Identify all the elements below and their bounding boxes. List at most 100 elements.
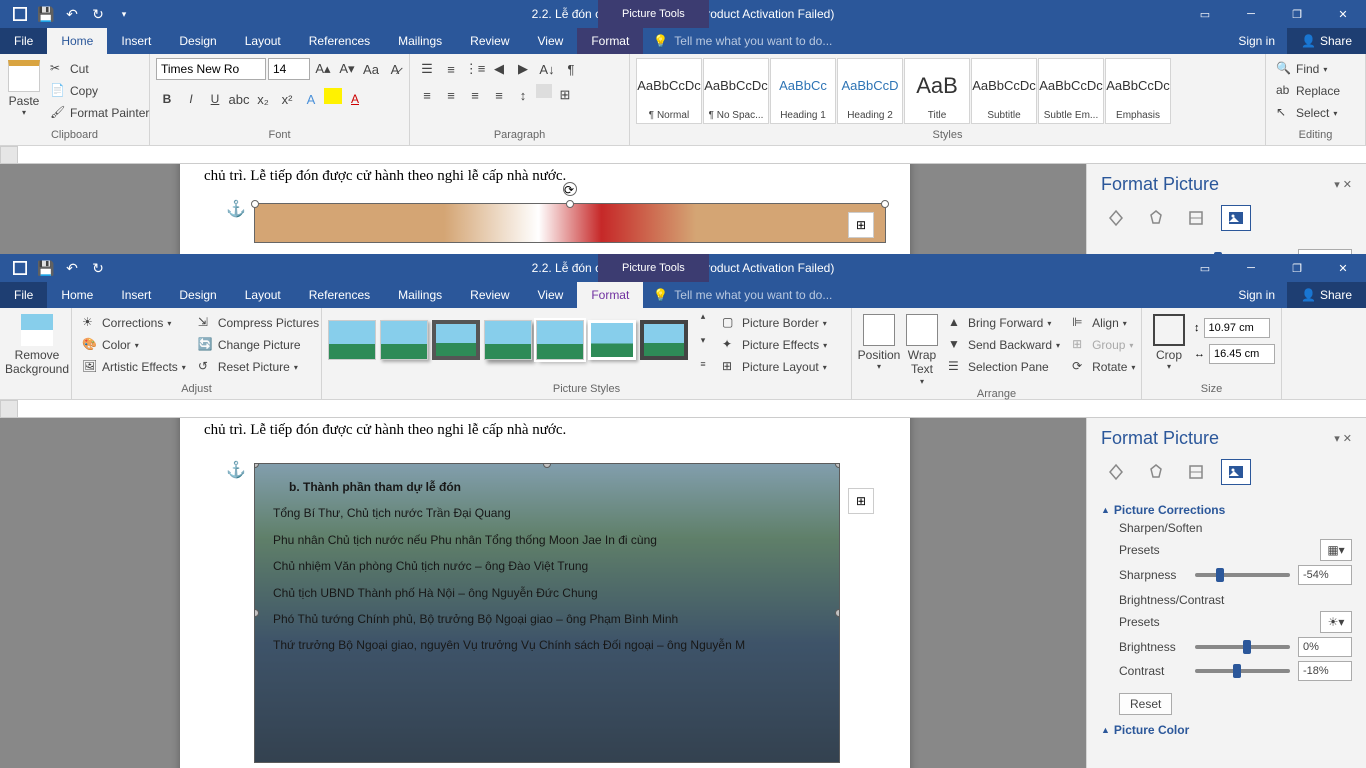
undo-icon[interactable]: ↶: [60, 2, 84, 26]
bold-button[interactable]: B: [156, 88, 178, 110]
ruler-horizontal[interactable]: [0, 400, 1366, 418]
tab-layout[interactable]: Layout: [231, 282, 295, 308]
pane-tab-picture-icon[interactable]: [1221, 205, 1251, 231]
pic-style-item[interactable]: [380, 320, 428, 360]
pic-style-item[interactable]: [432, 320, 480, 360]
tab-review[interactable]: Review: [456, 282, 523, 308]
subscript-button[interactable]: x₂: [252, 88, 274, 110]
pane-tab-fill-icon[interactable]: [1101, 205, 1131, 231]
sharpness-value[interactable]: -54%: [1298, 565, 1352, 585]
resize-handle[interactable]: [254, 463, 259, 468]
pic-style-item[interactable]: [536, 320, 584, 360]
find-button[interactable]: 🔍Find ▾: [1272, 58, 1344, 80]
share-button[interactable]: 👤Share: [1287, 282, 1366, 308]
sharpen-presets-button[interactable]: ▦▾: [1320, 539, 1352, 561]
send-backward-button[interactable]: ▼Send Backward ▾: [944, 334, 1064, 356]
style-item[interactable]: AaBbCcDcSubtle Em...: [1038, 58, 1104, 124]
rotate-handle-icon[interactable]: ⟳: [563, 182, 577, 196]
underline-button[interactable]: U: [204, 88, 226, 110]
pic-style-item[interactable]: [640, 320, 688, 360]
tab-file[interactable]: File: [0, 28, 47, 54]
pane-tab-effects-icon[interactable]: [1141, 205, 1171, 231]
align-center-icon[interactable]: ≡: [440, 84, 462, 106]
grow-font-icon[interactable]: A▴: [312, 58, 334, 80]
align-button[interactable]: ⊫Align ▾: [1068, 312, 1139, 334]
tab-mailings[interactable]: Mailings: [384, 28, 456, 54]
sharpness-slider[interactable]: [1195, 573, 1290, 577]
selected-image[interactable]: b. Thành phần tham dự lễ đón Tổng Bí Thư…: [254, 463, 840, 763]
font-size-combo[interactable]: 14: [268, 58, 310, 80]
resize-handle[interactable]: [835, 463, 840, 468]
superscript-button[interactable]: x²: [276, 88, 298, 110]
inc-indent-icon[interactable]: ▶: [512, 58, 534, 80]
signin-link[interactable]: Sign in: [1226, 28, 1287, 54]
pic-style-item[interactable]: [588, 320, 636, 360]
share-button[interactable]: 👤Share: [1287, 28, 1366, 54]
tab-references[interactable]: References: [295, 28, 384, 54]
minimize-icon[interactable]: ─: [1228, 254, 1274, 282]
resize-handle[interactable]: [254, 609, 259, 617]
picture-layout-button[interactable]: ⊞Picture Layout ▾: [718, 356, 831, 378]
dec-indent-icon[interactable]: ◀: [488, 58, 510, 80]
tab-design[interactable]: Design: [165, 282, 230, 308]
bullets-icon[interactable]: ☰: [416, 58, 438, 80]
resize-handle[interactable]: [835, 609, 840, 617]
tab-view[interactable]: View: [524, 282, 578, 308]
text-effects-icon[interactable]: A: [300, 88, 322, 110]
layout-options-icon[interactable]: ⊞: [848, 488, 874, 514]
brightness-value[interactable]: 0%: [1298, 637, 1352, 657]
select-button[interactable]: ↖Select ▾: [1272, 102, 1344, 124]
copy-button[interactable]: 📄Copy: [46, 80, 153, 102]
corrections-button[interactable]: ☀Corrections ▾: [78, 312, 190, 334]
resize-handle[interactable]: [251, 200, 259, 208]
context-tab-picture-tools[interactable]: Picture Tools: [598, 0, 709, 28]
tab-layout[interactable]: Layout: [231, 28, 295, 54]
style-item[interactable]: AaBTitle: [904, 58, 970, 124]
minimize-icon[interactable]: ─: [1228, 0, 1274, 28]
replace-button[interactable]: abReplace: [1272, 80, 1344, 102]
style-item[interactable]: AaBbCcDc¶ No Spac...: [703, 58, 769, 124]
maximize-icon[interactable]: ❐: [1274, 254, 1320, 282]
change-case-icon[interactable]: Aa: [360, 58, 382, 80]
close-icon[interactable]: ✕: [1320, 254, 1366, 282]
qat-more-icon[interactable]: ▾: [112, 2, 136, 26]
picture-styles-gallery[interactable]: ▴▾≡: [328, 312, 706, 368]
context-tab-picture-tools[interactable]: Picture Tools: [598, 254, 709, 282]
numbering-icon[interactable]: ≡: [440, 58, 462, 80]
color-button[interactable]: 🎨Color ▾: [78, 334, 190, 356]
maximize-icon[interactable]: ❐: [1274, 0, 1320, 28]
height-input[interactable]: 10.97 cm: [1204, 318, 1270, 338]
cut-button[interactable]: ✂Cut: [46, 58, 153, 80]
highlight-icon[interactable]: [324, 88, 342, 104]
tab-format[interactable]: Format: [577, 282, 643, 308]
pane-tab-layout-icon[interactable]: [1181, 459, 1211, 485]
section-picture-color[interactable]: ▲Picture Color: [1101, 723, 1352, 737]
format-painter-button[interactable]: 🖌Format Painter: [46, 102, 153, 124]
compress-pictures-button[interactable]: ⇲Compress Pictures: [194, 312, 323, 334]
resize-handle[interactable]: [566, 200, 574, 208]
tab-mailings[interactable]: Mailings: [384, 282, 456, 308]
tab-home[interactable]: Home: [47, 28, 107, 54]
pic-style-item[interactable]: [484, 320, 532, 360]
shrink-font-icon[interactable]: A▾: [336, 58, 358, 80]
tellme-search[interactable]: 💡Tell me what you want to do...: [643, 28, 1226, 54]
tab-insert[interactable]: Insert: [107, 28, 165, 54]
pane-tab-picture-icon[interactable]: [1221, 459, 1251, 485]
tab-review[interactable]: Review: [456, 28, 523, 54]
style-item[interactable]: AaBbCcDcEmphasis: [1105, 58, 1171, 124]
style-item[interactable]: AaBbCcDc¶ Normal: [636, 58, 702, 124]
reset-button[interactable]: Reset: [1119, 693, 1172, 715]
resize-handle[interactable]: [543, 463, 551, 468]
pane-tab-layout-icon[interactable]: [1181, 205, 1211, 231]
word-icon[interactable]: [8, 2, 32, 26]
save-icon[interactable]: 💾: [34, 256, 58, 280]
close-icon[interactable]: ✕: [1320, 0, 1366, 28]
section-corrections[interactable]: ▲Picture Corrections: [1101, 503, 1352, 517]
pane-tab-fill-icon[interactable]: [1101, 459, 1131, 485]
contrast-slider[interactable]: [1195, 669, 1290, 673]
show-marks-icon[interactable]: ¶: [560, 58, 582, 80]
ribbon-options-icon[interactable]: ▭: [1182, 254, 1228, 282]
resize-handle[interactable]: [881, 200, 889, 208]
gallery-down-icon[interactable]: ▾: [692, 329, 714, 351]
change-picture-button[interactable]: 🔄Change Picture: [194, 334, 323, 356]
